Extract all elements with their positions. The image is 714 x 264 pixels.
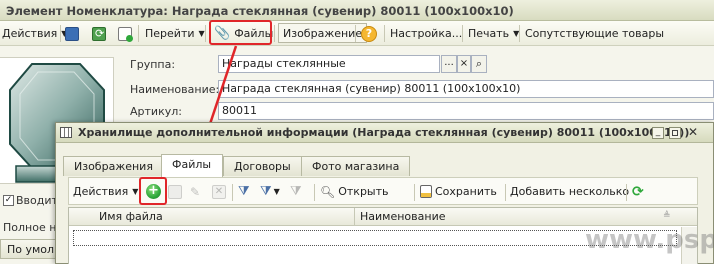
filter-menu-button[interactable]: ⧩ ▼ [260,181,280,202]
copy-icon [168,184,182,199]
save-label: Сохранить [435,185,497,198]
filter-icon: ⧩ [238,184,250,199]
open-label: Открыть [338,185,389,198]
refresh-icon: ⟳ [632,183,644,200]
files-actions-menu-button[interactable]: Действия ▼ [73,181,138,202]
toolbar-separator [626,184,627,201]
maximize-icon[interactable] [669,127,681,139]
clear-filter-button[interactable]: ⧩ [290,181,302,202]
table-row[interactable] [73,230,677,246]
clear-filter-icon: ⧩ [290,184,302,199]
close-icon[interactable]: ✕ [686,126,700,140]
add-several-label: Добавить несколько [510,185,630,198]
column-filename[interactable]: Имя файла [99,210,163,223]
files-table: Имя файла Наименование ≜ [68,207,698,264]
table-header: Имя файла Наименование ≜ [69,208,697,226]
column-divider [354,208,355,226]
pencil-icon: ✎ [190,184,201,199]
refresh-list-button[interactable]: ⟳ [632,181,644,202]
dropdown-arrow-icon: ▼ [132,187,139,196]
add-highlight-frame [139,177,167,205]
tab-contracts[interactable]: Договоры [223,156,302,176]
minimize-icon[interactable]: _ [652,127,664,139]
filter-list-icon: ⧩ [260,184,272,199]
magnifier-icon: 🔍︎ [320,184,336,199]
filter-button[interactable]: ⧩ [238,181,250,202]
dialog-title-bar: Хранилище дополнительной информации (Наг… [56,123,713,143]
toolbar-separator [414,184,415,201]
tab-store-photos[interactable]: Фото магазина [301,156,411,176]
copy-file-button[interactable] [168,181,182,202]
column-settings-icon[interactable]: ≜ [663,211,671,221]
edit-file-button[interactable]: ✎ [190,181,200,202]
toolbar-separator [232,184,233,201]
column-name[interactable]: Наименование [360,210,445,223]
tab-images[interactable]: Изображения [63,156,164,176]
toolbar-separator [314,184,315,201]
open-file-button[interactable]: 🔍︎ Открыть [320,181,389,202]
storage-dialog: Хранилище дополнительной информации (Наг… [55,122,714,264]
files-actions-label: Действия [73,185,129,198]
save-file-button[interactable]: Сохранить [420,181,497,202]
tab-files[interactable]: Файлы [161,154,223,177]
dialog-table-icon [60,127,72,138]
delete-icon: ✕ [212,184,226,199]
delete-file-button[interactable]: ✕ [212,181,226,202]
table-scrollbar[interactable] [681,227,697,264]
toolbar-separator [505,184,506,201]
dialog-title: Хранилище дополнительной информации (Наг… [78,126,690,139]
save-document-icon [420,185,432,198]
dropdown-arrow-icon: ▼ [273,187,280,196]
add-several-button[interactable]: Добавить несколько [510,181,629,202]
